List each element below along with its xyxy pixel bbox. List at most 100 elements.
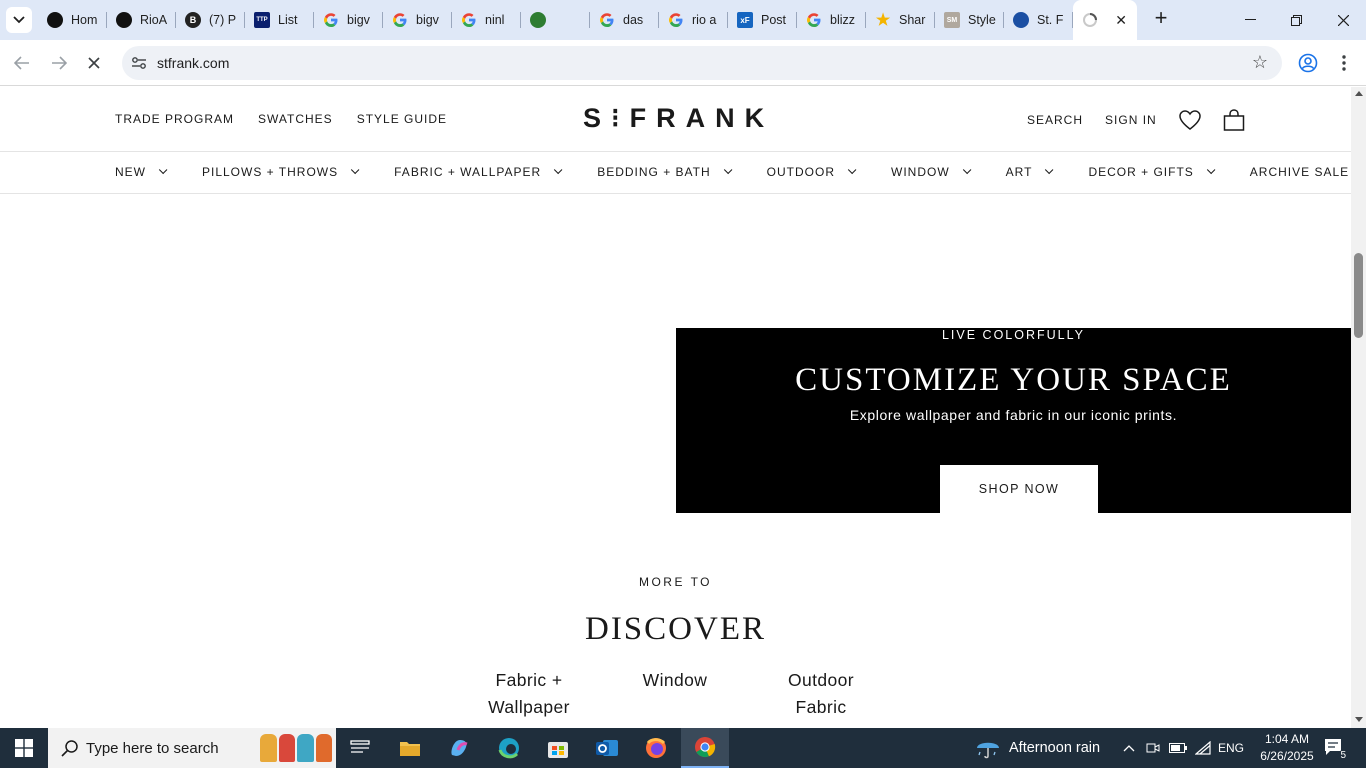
scroll-down-arrow-icon[interactable] <box>1355 717 1363 722</box>
close-window-button[interactable] <box>1320 0 1366 40</box>
discover-link-fabric-wallpaper[interactable]: Fabric + Wallpaper <box>474 667 584 721</box>
chrome-button[interactable] <box>681 728 729 768</box>
back-button[interactable] <box>8 49 36 77</box>
chevron-down-icon[interactable] <box>1206 165 1216 175</box>
copilot-button[interactable] <box>435 728 483 768</box>
chevron-down-icon[interactable] <box>351 165 360 175</box>
wishlist-heart-icon[interactable] <box>1178 109 1201 131</box>
language-indicator[interactable]: ENG <box>1216 728 1246 768</box>
shop-now-button[interactable]: SHOP NOW <box>940 465 1098 513</box>
search-link[interactable]: SEARCH <box>1027 113 1083 127</box>
browser-tab[interactable]: das <box>590 0 659 40</box>
chevron-down-icon[interactable] <box>1045 165 1054 175</box>
stop-loading-button[interactable] <box>80 49 108 77</box>
sign-in-link[interactable]: SIGN IN <box>1105 113 1157 127</box>
main-nav-label[interactable]: PILLOWS + THROWS <box>202 165 338 179</box>
task-view-button[interactable] <box>336 728 384 768</box>
utility-nav-link[interactable]: SWATCHES <box>258 112 333 126</box>
browser-tab[interactable]: blizz <box>797 0 866 40</box>
firefox-button[interactable] <box>632 728 680 768</box>
task-view-icon <box>350 740 370 753</box>
main-nav-item[interactable]: ARCHIVE SALE <box>1250 165 1349 179</box>
browser-tab[interactable]: SM Style <box>935 0 1004 40</box>
main-nav-item[interactable]: ART <box>1006 165 1054 179</box>
tab-title: das <box>623 13 644 27</box>
main-nav-item[interactable]: FABRIC + WALLPAPER <box>394 165 563 179</box>
main-nav-label[interactable]: BEDDING + BATH <box>597 165 710 179</box>
minimize-button[interactable] <box>1227 0 1273 40</box>
main-nav-item[interactable]: BEDDING + BATH <box>597 165 733 179</box>
google-icon <box>392 12 408 28</box>
edge-button[interactable] <box>485 728 533 768</box>
weather-widget[interactable]: Afternoon rain <box>975 728 1100 768</box>
tab-title: Hom <box>71 13 98 27</box>
star-icon: ★ <box>875 12 891 29</box>
browser-tab[interactable]: rio a <box>659 0 728 40</box>
chevron-down-icon[interactable] <box>158 165 168 175</box>
browser-tab[interactable]: ninl <box>452 0 521 40</box>
chevron-down-icon[interactable] <box>554 165 563 175</box>
main-nav-label[interactable]: OUTDOOR <box>767 165 835 179</box>
main-nav-label[interactable]: ART <box>1006 165 1033 179</box>
browser-tab-active[interactable]: ✕ <box>1073 0 1137 40</box>
restore-button[interactable] <box>1273 0 1319 40</box>
profile-button[interactable] <box>1294 49 1322 77</box>
start-button[interactable] <box>0 728 48 768</box>
file-explorer-button[interactable] <box>386 728 434 768</box>
main-nav-item[interactable]: WINDOW <box>891 165 972 179</box>
utility-nav-link[interactable]: STYLE GUIDE <box>357 112 447 126</box>
browser-tab[interactable] <box>521 0 590 40</box>
forward-button[interactable] <box>45 49 73 77</box>
site-logo[interactable]: S⁝FRANK <box>583 103 774 134</box>
browser-tab[interactable]: Hom <box>38 0 107 40</box>
meet-now-tray[interactable] <box>1143 728 1163 768</box>
hero-banner: LIVE COLORFULLY CUSTOMIZE YOUR SPACE Exp… <box>676 328 1351 513</box>
discover-link-window[interactable]: Window <box>620 667 730 694</box>
page-scrollbar[interactable] <box>1351 87 1366 728</box>
main-nav-item[interactable]: PILLOWS + THROWS <box>202 165 360 179</box>
notification-center-button[interactable]: 5 <box>1324 738 1348 761</box>
chevron-down-icon[interactable] <box>723 165 733 175</box>
network-tray[interactable] <box>1192 728 1214 768</box>
browser-tab[interactable]: xF Post <box>728 0 797 40</box>
scroll-up-arrow-icon[interactable] <box>1355 91 1363 96</box>
main-nav-item[interactable]: NEW <box>115 165 168 179</box>
browser-menu-button[interactable] <box>1330 49 1358 77</box>
battery-tray[interactable] <box>1167 728 1189 768</box>
browser-tab[interactable]: ★ Shar <box>866 0 935 40</box>
shopping-bag-icon[interactable] <box>1223 109 1245 131</box>
scrollbar-thumb[interactable] <box>1354 253 1363 338</box>
browser-tab[interactable]: TTP List <box>245 0 314 40</box>
main-nav-label[interactable]: WINDOW <box>891 165 950 179</box>
main-nav-label[interactable]: ARCHIVE SALE <box>1250 165 1349 179</box>
main-nav-item[interactable]: OUTDOOR <box>767 165 857 179</box>
tab-search-button[interactable] <box>6 7 32 33</box>
chevron-down-icon[interactable] <box>847 165 857 175</box>
bookmark-star-icon[interactable]: ☆ <box>1252 52 1268 73</box>
taskbar-search-box[interactable]: Type here to search <box>48 728 336 768</box>
main-nav-item[interactable]: DECOR + GIFTS <box>1088 165 1216 179</box>
browser-tab[interactable]: B (7) P <box>176 0 245 40</box>
umbrella-icon <box>977 742 999 759</box>
outlook-button[interactable] <box>583 728 631 768</box>
browser-tab[interactable]: RioA <box>107 0 176 40</box>
close-tab-icon[interactable]: ✕ <box>1115 12 1127 29</box>
main-nav-label[interactable]: FABRIC + WALLPAPER <box>394 165 541 179</box>
browser-tab[interactable]: bigv <box>383 0 452 40</box>
microsoft-store-button[interactable] <box>534 728 582 768</box>
main-nav-label[interactable]: DECOR + GIFTS <box>1088 165 1193 179</box>
site-info-icon[interactable] <box>130 54 148 72</box>
main-nav-label[interactable]: NEW <box>115 165 146 179</box>
url-text[interactable]: stfrank.com <box>157 55 229 71</box>
web-page: TRADE PROGRAM SWATCHES STYLE GUIDE S⁝FRANK… <box>0 87 1351 728</box>
chevron-down-icon[interactable] <box>962 165 972 175</box>
browser-tab[interactable]: bigv <box>314 0 383 40</box>
browser-tab[interactable]: St. F <box>1004 0 1073 40</box>
tab-title: (7) P <box>209 13 237 27</box>
utility-nav-link[interactable]: TRADE PROGRAM <box>115 112 234 126</box>
system-clock[interactable]: 1:04 AM 6/26/2025 <box>1252 731 1322 765</box>
new-tab-button[interactable]: + <box>1150 7 1172 30</box>
show-hidden-icons-button[interactable] <box>1118 728 1140 768</box>
discover-link-outdoor-fabric[interactable]: Outdoor Fabric <box>766 667 876 721</box>
address-bar[interactable]: stfrank.com ☆ <box>122 46 1282 80</box>
